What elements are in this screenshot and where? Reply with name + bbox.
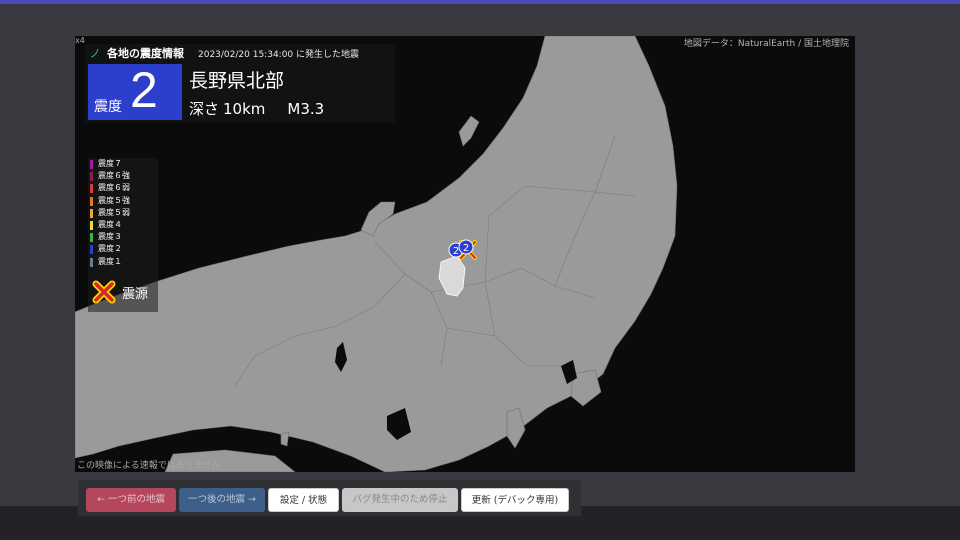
top-accent-bar xyxy=(0,0,960,4)
legend-label: 震度２ xyxy=(98,244,122,254)
magnitude-value: M3.3 xyxy=(287,100,325,118)
earthquake-info-panel: ノ 各地の震度情報 2023/02/20 15:34:00 に発生した地震 震度… xyxy=(85,44,395,122)
legend-swatch xyxy=(90,196,93,206)
legend-swatch xyxy=(90,160,93,169)
station-marker-2[interactable]: 2 xyxy=(458,239,474,255)
event-time: 2023/02/20 15:34:00 に発生した地震 xyxy=(198,49,360,60)
legend-item: 震度４ xyxy=(88,219,158,231)
legend-swatch xyxy=(90,208,93,218)
legend-swatch xyxy=(90,233,93,243)
corner-label: x4 xyxy=(75,36,85,45)
legend-item: 震度６強 xyxy=(88,170,158,182)
legend-label: 震度３ xyxy=(98,232,122,242)
max-intensity-box: 震度 2 xyxy=(88,62,182,120)
legend-item: 震度５強 xyxy=(88,195,158,207)
legend-swatch xyxy=(90,245,93,255)
legend-items: 震度７ 震度６強震度６弱震度５強震度５弱震度４ 震度３ 震度２ 震度１ xyxy=(88,158,158,268)
prev-earthquake-button[interactable]: ← 一つ前の地震 xyxy=(86,488,176,512)
map-attribution: 地図データ：NaturalEarth / 国土地理院 xyxy=(683,39,849,49)
legend-item: 震度３ xyxy=(88,231,158,243)
station-label-2: 2 xyxy=(463,243,469,254)
epicenter-x-icon xyxy=(92,280,116,304)
settings-status-button[interactable]: 設定 / 状態 xyxy=(268,488,339,512)
legend-item: 震度６弱 xyxy=(88,182,158,194)
intensity-label: 震度 xyxy=(94,99,122,115)
legend-item: 震度５弱 xyxy=(88,207,158,219)
legend-swatch xyxy=(90,220,93,230)
depth-magnitude-row: 深さ 10km M3.3 xyxy=(189,98,324,119)
legend-swatch xyxy=(90,257,93,267)
legend-label: 震度５弱 xyxy=(98,207,130,217)
legend-label: 震度６強 xyxy=(98,171,130,181)
legend-label: 震度７ xyxy=(98,159,122,168)
map-disclaimer: この映像による速報ではありません xyxy=(77,461,221,471)
stopped-bug-button[interactable]: バグ発生中のため停止 xyxy=(342,488,458,512)
depth-value: 10km xyxy=(223,100,266,118)
next-earthquake-button[interactable]: 一つ後の地震 → xyxy=(179,488,265,512)
legend-swatch xyxy=(90,184,93,194)
control-button-bar: ← 一つ前の地震 一つ後の地震 → 設定 / 状態 バグ発生中のため停止 更新 … xyxy=(78,480,581,516)
intensity-legend: 震度７ 震度６強震度６弱震度５強震度５弱震度４ 震度３ 震度２ 震度１ 震源 xyxy=(88,158,158,312)
station-label-1: 2 xyxy=(453,246,459,257)
depth-label: 深さ xyxy=(189,100,220,118)
legend-label: 震度４ xyxy=(98,219,122,229)
legend-epicenter-label: 震源 xyxy=(122,286,149,302)
legend-epicenter: 震源 xyxy=(92,280,148,304)
legend-item: 震度２ xyxy=(88,243,158,255)
update-debug-button[interactable]: 更新 (デバック専用) xyxy=(461,488,569,512)
legend-label: 震度５強 xyxy=(98,195,130,205)
intensity-value: 2 xyxy=(130,62,158,118)
japan-icon: ノ xyxy=(89,47,101,60)
legend-label: 震度６弱 xyxy=(98,183,130,193)
legend-swatch xyxy=(90,172,93,182)
legend-label: 震度１ xyxy=(98,256,122,266)
info-title: 各地の震度情報 xyxy=(107,47,184,60)
legend-item: 震度１ xyxy=(88,256,158,268)
legend-item: 震度７ xyxy=(88,158,158,170)
epicenter-region: 長野県北部 xyxy=(189,70,285,92)
